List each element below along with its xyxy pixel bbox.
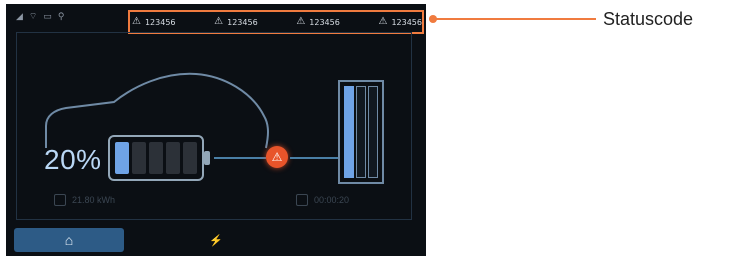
charging-icon: ⚡ (209, 234, 223, 247)
callout-label: Statuscode (603, 9, 694, 29)
charging-cable-right (290, 157, 338, 159)
nav-charging-button[interactable]: ⚡ (196, 230, 236, 250)
status-code-highlight-frame (128, 10, 424, 34)
charging-station-frame (338, 80, 384, 184)
charging-station-bar-filled (344, 86, 354, 178)
battery-cell (183, 142, 197, 174)
warning-icon[interactable]: ⚠ (266, 146, 288, 168)
time-value: 00:00:20 (314, 195, 350, 205)
charging-station-bar (368, 86, 378, 178)
energy-stat: 21.80 kWh (54, 194, 115, 206)
bottom-navigation: ⌂ ⚡ (6, 228, 426, 256)
charging-station (338, 80, 384, 184)
battery-cell (149, 142, 163, 174)
plug-icon (54, 194, 66, 206)
charging-cable-left (214, 157, 266, 159)
battery-terminal (204, 151, 210, 165)
system-icons: ◢ ⌔ ▭ ⚲ (16, 12, 65, 21)
display-icon: ▭ (43, 11, 52, 21)
battery-body (108, 135, 204, 181)
vehicle-display: ◢ ⌔ ▭ ⚲ ⚠ 123456 ⚠ 123456 ⚠ 123456 ⚠ 123… (6, 4, 426, 256)
nav-home-button[interactable]: ⌂ (14, 228, 124, 252)
battery-cell (166, 142, 180, 174)
energy-value: 21.80 kWh (72, 195, 116, 205)
home-icon: ⌂ (64, 232, 74, 248)
battery-cell-filled (115, 142, 129, 174)
battery-percent: 20% (44, 144, 102, 175)
person-icon: ⚲ (57, 11, 65, 21)
charging-station-bar (356, 86, 366, 178)
signal-icon: ◢ (16, 11, 23, 21)
time-stat: 00:00:20 (296, 194, 349, 206)
wifi-icon: ⌔ (28, 11, 38, 21)
clock-icon (296, 194, 308, 206)
battery-cell (132, 142, 146, 174)
battery-gauge (108, 135, 210, 181)
callout-line (432, 18, 596, 20)
